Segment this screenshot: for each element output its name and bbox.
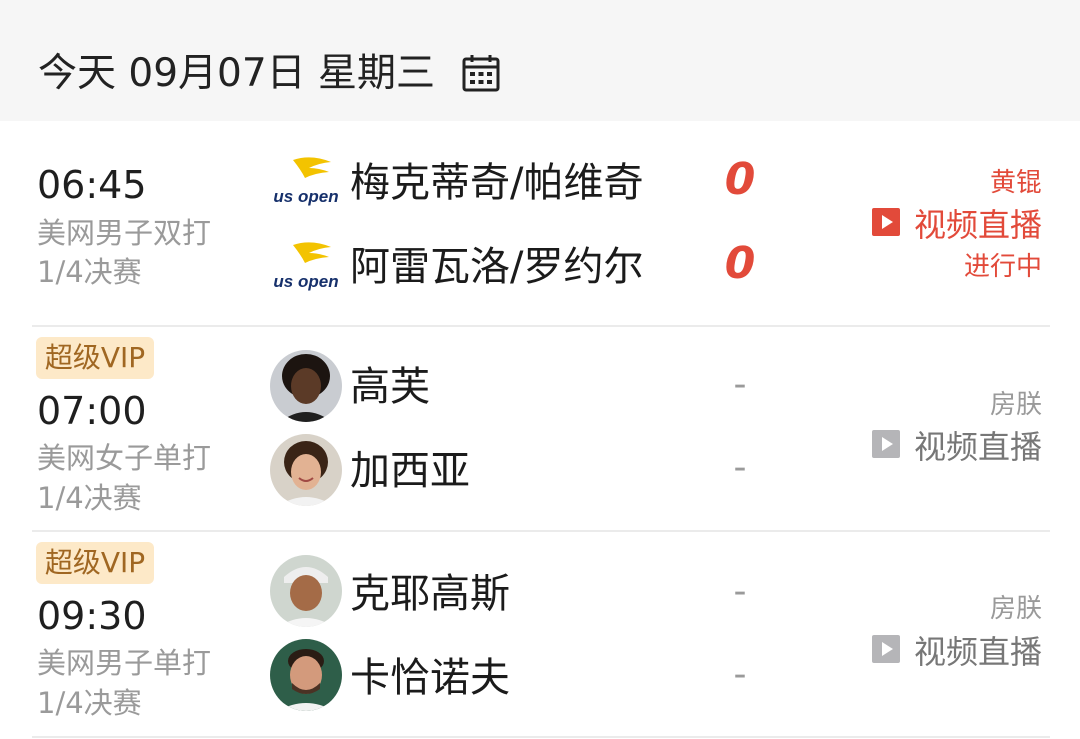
match-card[interactable]: 超级VIP 09:30 美网男子单打 1/4决赛 克耶高斯 - 卡恰诺夫 - 房…	[0, 532, 1080, 737]
player-name[interactable]: 卡恰诺夫	[350, 653, 510, 703]
divider	[32, 736, 1050, 738]
vip-badge: 超级VIP	[36, 337, 154, 379]
player-name[interactable]: 阿雷瓦洛/罗约尔	[350, 242, 643, 292]
vip-badge: 超级VIP	[36, 542, 154, 584]
player-name[interactable]: 高芙	[350, 362, 430, 412]
player-score: 0	[724, 238, 756, 289]
calendar-icon[interactable]	[461, 53, 501, 93]
play-icon	[871, 635, 900, 663]
player-score: -	[733, 447, 747, 488]
player-name[interactable]: 克耶高斯	[350, 569, 510, 619]
player-name[interactable]: 梅克蒂奇/帕维奇	[350, 158, 643, 208]
live-stream-button[interactable]: 视频直播	[871, 425, 1042, 469]
match-status: 进行中	[963, 252, 1042, 282]
stream-label: 视频直播	[913, 633, 1042, 671]
commentator-name: 房朕	[989, 390, 1042, 420]
player-score: 0	[724, 154, 756, 205]
play-icon	[871, 208, 900, 236]
match-time: 07:00	[37, 389, 147, 433]
match-card[interactable]: 超级VIP 07:00 美网女子单打 1/4决赛 高芙 - 加西亚 - 房朕 视…	[0, 327, 1080, 530]
stream-label: 视频直播	[913, 206, 1042, 244]
us-open-logo-icon: us open	[273, 157, 339, 206]
play-icon	[871, 430, 900, 458]
commentator-name: 房朕	[989, 594, 1042, 624]
match-stage: 1/4决赛	[37, 255, 142, 289]
player-photo-garcia	[270, 434, 342, 506]
commentator-name: 黄锟	[989, 168, 1042, 198]
player-photo-khachanov	[270, 639, 342, 711]
player-score: -	[733, 571, 747, 612]
logo-text: us open	[273, 272, 338, 291]
player-photo-gauff	[270, 350, 342, 422]
player-avatar[interactable]	[270, 434, 342, 506]
match-stage: 1/4决赛	[37, 686, 142, 720]
match-event: 美网女子单打	[37, 441, 212, 475]
date-label: 今天 09月07日 星期三	[38, 51, 436, 96]
player-avatar[interactable]	[270, 350, 342, 422]
match-time: 09:30	[37, 594, 147, 638]
match-card[interactable]: 06:45 美网男子双打 1/4决赛 us open 梅克蒂奇/帕维奇 0 us…	[0, 121, 1080, 326]
match-event: 美网男子单打	[37, 646, 212, 680]
us-open-logo-icon: us open	[273, 242, 339, 291]
player-name[interactable]: 加西亚	[350, 446, 470, 496]
date-header: 今天 09月07日 星期三	[0, 0, 1080, 121]
match-event: 美网男子双打	[37, 216, 212, 250]
player-avatar[interactable]	[270, 639, 342, 711]
player-photo-kyrgios	[270, 555, 342, 627]
logo-text: us open	[273, 187, 338, 206]
match-stage: 1/4决赛	[37, 481, 142, 515]
stream-label: 视频直播	[913, 428, 1042, 466]
match-time: 06:45	[37, 163, 147, 207]
live-stream-button[interactable]: 视频直播	[871, 203, 1042, 247]
player-score: -	[733, 364, 747, 405]
player-score: -	[733, 654, 747, 695]
player-avatar[interactable]	[270, 555, 342, 627]
live-stream-button[interactable]: 视频直播	[871, 630, 1042, 674]
